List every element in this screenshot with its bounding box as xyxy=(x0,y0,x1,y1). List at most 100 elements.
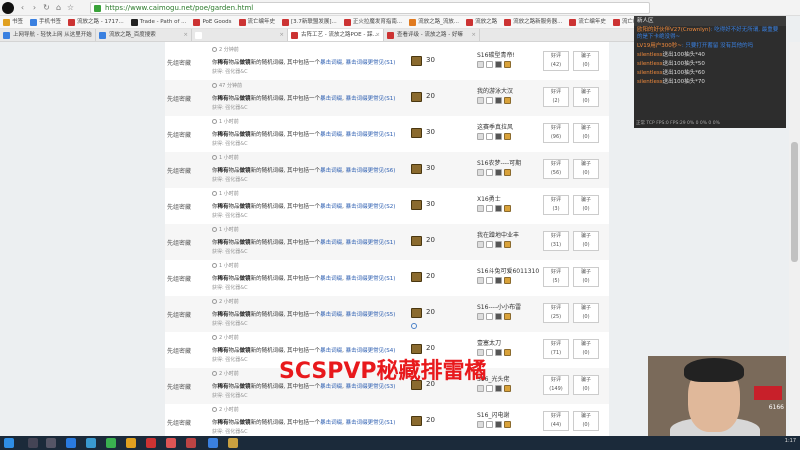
bookmark-item[interactable]: 书签 xyxy=(0,16,27,28)
tab-close-icon[interactable]: × xyxy=(375,29,380,41)
browser-tab[interactable]: 查看评级 - 流放之路 - 好嘛 × xyxy=(384,29,480,41)
scam-report-button[interactable]: 骗子 (0) xyxy=(573,51,599,71)
player-name[interactable]: S16----小小布雷 xyxy=(477,302,521,311)
person-icon[interactable] xyxy=(495,241,502,248)
trade-icon[interactable] xyxy=(504,133,511,140)
profile-icon[interactable] xyxy=(477,421,484,428)
bookmark-item[interactable]: PoE Goods xyxy=(190,16,235,28)
mail-icon[interactable] xyxy=(486,241,493,248)
player-name[interactable]: 这赛季真拉风 xyxy=(477,122,513,131)
browser-tab[interactable]: 上网导航 - 轻快上网 从这里开始 × xyxy=(0,29,96,41)
scam-report-button[interactable]: 骗子 (0) xyxy=(573,339,599,359)
player-name[interactable]: 壹塞太刀 xyxy=(477,338,501,347)
player-name[interactable]: S16_闪电谢 xyxy=(477,410,509,419)
bookmark-item[interactable]: 流亡编年史 xyxy=(566,16,610,28)
mail-icon[interactable] xyxy=(486,97,493,104)
trade-icon[interactable] xyxy=(504,205,511,212)
mail-icon[interactable] xyxy=(486,133,493,140)
mail-icon[interactable] xyxy=(486,61,493,68)
person-icon[interactable] xyxy=(495,169,502,176)
scam-report-button[interactable]: 骗子 (0) xyxy=(573,195,599,215)
profile-icon[interactable] xyxy=(477,169,484,176)
profile-icon[interactable] xyxy=(477,61,484,68)
mail-icon[interactable] xyxy=(486,313,493,320)
profile-icon[interactable] xyxy=(477,277,484,284)
profile-icon[interactable] xyxy=(477,133,484,140)
bookmark-item[interactable]: 流放之路新服务器... xyxy=(501,16,566,28)
browser-tab[interactable]: × xyxy=(192,29,288,41)
person-icon[interactable] xyxy=(495,349,502,356)
poe-icon[interactable] xyxy=(228,438,238,448)
profile-icon[interactable] xyxy=(477,385,484,392)
folder-icon[interactable] xyxy=(126,438,136,448)
scam-report-button[interactable]: 骗子 (0) xyxy=(573,123,599,143)
home-icon[interactable]: ⌂ xyxy=(54,3,63,12)
mail-icon[interactable] xyxy=(486,385,493,392)
mail-icon[interactable] xyxy=(486,349,493,356)
tab-close-icon[interactable]: × xyxy=(87,29,92,41)
tab-close-icon[interactable]: × xyxy=(471,29,476,41)
browser-tab[interactable]: 古阵工艺 - 流放之路POE - 踩... × xyxy=(288,29,384,41)
search-icon[interactable] xyxy=(28,438,38,448)
bookmark-item[interactable]: 正火拉魔发育指南... xyxy=(341,16,406,28)
bookmark-item[interactable]: [3.7新联盟发展]... xyxy=(279,16,341,28)
bookmark-item[interactable]: 手机书签 xyxy=(27,16,65,28)
trade-icon[interactable] xyxy=(504,385,511,392)
bookmark-item[interactable]: 流放之路 - 1717... xyxy=(65,16,128,28)
good-rating-button[interactable]: 好评 (96) xyxy=(543,123,569,143)
scam-report-button[interactable]: 骗子 (0) xyxy=(573,375,599,395)
good-rating-button[interactable]: 好评 (25) xyxy=(543,303,569,323)
task-view-icon[interactable] xyxy=(46,438,56,448)
browser-tab[interactable]: 流放之路_百度搜索 × xyxy=(96,29,192,41)
app-blue-icon[interactable] xyxy=(208,438,218,448)
url-field[interactable]: https://www.caimogu.net/poe/garden.html xyxy=(90,2,650,14)
good-rating-button[interactable]: 好评 (149) xyxy=(543,375,569,395)
profile-icon[interactable] xyxy=(477,241,484,248)
game-icon[interactable] xyxy=(186,438,196,448)
player-name[interactable]: X16勇士 xyxy=(477,194,501,203)
scam-report-button[interactable]: 骗子 (0) xyxy=(573,303,599,323)
person-icon[interactable] xyxy=(495,133,502,140)
app-red-icon[interactable] xyxy=(146,438,156,448)
trade-icon[interactable] xyxy=(504,97,511,104)
profile-icon[interactable] xyxy=(477,313,484,320)
app-green-icon[interactable] xyxy=(106,438,116,448)
star-icon[interactable]: ☆ xyxy=(66,3,75,12)
person-icon[interactable] xyxy=(495,277,502,284)
player-name[interactable]: S16碳型青帝! xyxy=(477,50,515,59)
bookmark-item[interactable]: Trade - Path of ... xyxy=(128,16,191,28)
person-icon[interactable] xyxy=(495,313,502,320)
ie-icon[interactable] xyxy=(66,438,76,448)
page-scrollbar[interactable] xyxy=(789,42,800,436)
forward-icon[interactable]: › xyxy=(30,3,39,12)
trade-icon[interactable] xyxy=(504,277,511,284)
bookmark-item[interactable]: 流亡编年史 xyxy=(236,16,280,28)
back-icon[interactable]: ‹ xyxy=(18,3,27,12)
trade-icon[interactable] xyxy=(504,61,511,68)
player-name[interactable]: 我的游泳大汉 xyxy=(477,86,513,95)
browser-taskbar-icon[interactable] xyxy=(86,438,96,448)
good-rating-button[interactable]: 好评 (42) xyxy=(543,51,569,71)
refresh-icon[interactable]: ↻ xyxy=(42,3,51,12)
trade-icon[interactable] xyxy=(504,241,511,248)
trade-icon[interactable] xyxy=(504,349,511,356)
scam-report-button[interactable]: 骗子 (0) xyxy=(573,411,599,431)
good-rating-button[interactable]: 好评 (31) xyxy=(543,231,569,251)
scam-report-button[interactable]: 骗子 (0) xyxy=(573,159,599,179)
good-rating-button[interactable]: 好评 (2) xyxy=(543,87,569,107)
scrollbar-thumb[interactable] xyxy=(791,142,798,262)
good-rating-button[interactable]: 好评 (5) xyxy=(543,267,569,287)
mail-icon[interactable] xyxy=(486,205,493,212)
app-red2-icon[interactable] xyxy=(166,438,176,448)
good-rating-button[interactable]: 好评 (71) xyxy=(543,339,569,359)
tab-close-icon[interactable]: × xyxy=(183,29,188,41)
person-icon[interactable] xyxy=(495,385,502,392)
player-name[interactable]: S16农梦----可期 xyxy=(477,158,521,167)
start-icon[interactable] xyxy=(4,438,14,448)
person-icon[interactable] xyxy=(495,205,502,212)
player-name[interactable]: S16斗兔可爱6011310 xyxy=(477,266,539,275)
bookmark-item[interactable]: 流放之路_流放... xyxy=(406,16,463,28)
bookmark-item[interactable]: 流放之路 xyxy=(463,16,501,28)
trade-icon[interactable] xyxy=(504,313,511,320)
mail-icon[interactable] xyxy=(486,277,493,284)
